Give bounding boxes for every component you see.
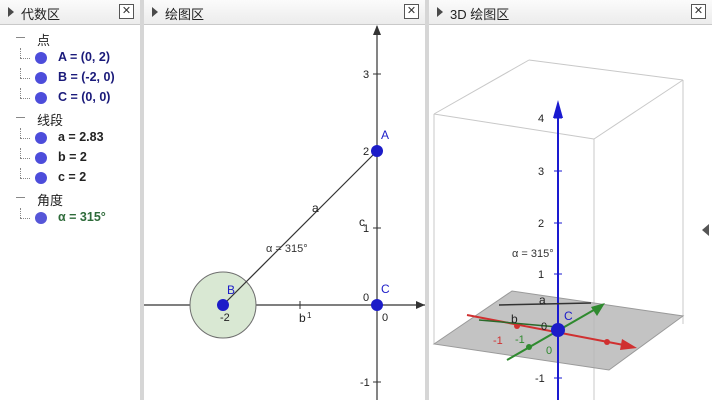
item-value[interactable]: B = (-2, 0)	[58, 70, 115, 84]
close-icon[interactable]: ✕	[119, 4, 134, 19]
z-tick-label: 4	[538, 113, 544, 125]
graphics3d-header: 3D 绘图区 ✕	[429, 0, 712, 25]
origin-0-label: 0	[546, 345, 552, 357]
visibility-dot-icon[interactable]	[35, 52, 47, 64]
z-tick-label: -1	[535, 373, 545, 385]
segment-label-a-3d: a	[539, 293, 546, 307]
item-value[interactable]: α = 315°	[58, 210, 106, 224]
y-neg1-label: -1	[515, 334, 525, 346]
collapse-triangle-icon[interactable]	[152, 7, 158, 17]
x-neg1-label: -1	[493, 335, 503, 347]
graphics3d-canvas[interactable]: 4 3 2 1 -1 α = 315° a b 0 -1 -1 0 C	[429, 24, 712, 400]
z-tick-label: 2	[538, 218, 544, 230]
visibility-dot-icon[interactable]	[35, 212, 47, 224]
graphics-header: 绘图区 ✕	[144, 0, 425, 25]
visibility-dot-icon[interactable]	[35, 92, 47, 104]
segment-label-a: a	[312, 201, 319, 215]
y-axis-arrow-icon	[373, 25, 381, 35]
close-icon[interactable]: ✕	[691, 4, 706, 19]
angle-label: α = 315°	[266, 243, 308, 255]
visibility-dot-icon[interactable]	[35, 132, 47, 144]
visibility-dot-icon[interactable]	[35, 72, 47, 84]
visibility-dot-icon[interactable]	[35, 152, 47, 164]
group-angles[interactable]: 角度	[0, 188, 140, 208]
x-tick-label: -2	[220, 312, 230, 324]
group-toggle-icon[interactable]	[16, 117, 25, 118]
graphics-canvas[interactable]: 3 2 1 0 -1 -2 0 a b 1 c α = 315° A B C	[144, 24, 425, 400]
graphics3d-view: 3D 绘图区 ✕ 4 3 2 1 -1 α = 315° a b 0 -1 -1…	[429, 0, 712, 400]
segment-label-c: c	[359, 215, 365, 229]
collapse-triangle-icon[interactable]	[437, 7, 443, 17]
item-value[interactable]: A = (0, 2)	[58, 50, 110, 64]
group-label: 线段	[37, 113, 64, 128]
item-value[interactable]: a = 2.83	[58, 130, 104, 144]
list-item[interactable]: C = (0, 0)	[0, 88, 140, 108]
y-tick-label: 3	[363, 69, 369, 81]
graphics3d-title: 3D 绘图区	[450, 7, 510, 22]
point-C[interactable]	[371, 299, 383, 311]
item-value[interactable]: c = 2	[58, 170, 86, 184]
z-axis-arrow-icon	[553, 100, 563, 118]
graphics-title: 绘图区	[165, 7, 205, 22]
point-label-B: B	[227, 283, 235, 297]
algebra-header: 代数区 ✕	[0, 0, 140, 25]
group-label: 角度	[37, 193, 64, 208]
point-A[interactable]	[371, 145, 383, 157]
z-tick-label: 3	[538, 166, 544, 178]
side-panel-arrow-icon[interactable]	[702, 224, 709, 236]
list-item[interactable]: α = 315°	[0, 208, 140, 228]
collapse-triangle-icon[interactable]	[8, 7, 14, 17]
group-segments[interactable]: 线段	[0, 108, 140, 128]
list-item[interactable]: a = 2.83	[0, 128, 140, 148]
visibility-dot-icon[interactable]	[35, 172, 47, 184]
group-toggle-icon[interactable]	[16, 37, 25, 38]
item-value[interactable]: b = 2	[58, 150, 87, 164]
point-C-3d[interactable]	[551, 323, 565, 337]
close-icon[interactable]: ✕	[404, 4, 419, 19]
list-item[interactable]: c = 2	[0, 168, 140, 188]
graphics-view: 绘图区 ✕ 3 2 1 0 -1 -2 0 a b 1 c α = 315° A…	[144, 0, 425, 400]
point-label-C-3d: C	[564, 309, 573, 323]
group-points[interactable]: 点	[0, 28, 140, 48]
point-label-C: C	[381, 282, 390, 296]
y-tick-point	[526, 344, 532, 350]
group-label: 点	[37, 33, 51, 48]
group-toggle-icon[interactable]	[16, 197, 25, 198]
segment-label-b: b	[299, 311, 306, 325]
point-B[interactable]	[217, 299, 229, 311]
list-item[interactable]: b = 2	[0, 148, 140, 168]
algebra-list: 点 A = (0, 2) B = (-2, 0) C = (0, 0) 线段 a…	[0, 25, 140, 400]
item-value[interactable]: C = (0, 0)	[58, 90, 110, 104]
segment-label-b-tick: 1	[307, 311, 312, 320]
x-axis-arrow-icon	[416, 301, 425, 309]
list-item[interactable]: B = (-2, 0)	[0, 68, 140, 88]
y-tick-label: -1	[360, 377, 370, 389]
segment-a[interactable]	[222, 150, 378, 306]
algebra-title: 代数区	[21, 7, 61, 22]
segment-label-b-3d: b	[511, 312, 518, 326]
algebra-view: 代数区 ✕ 点 A = (0, 2) B = (-2, 0) C = (0, 0…	[0, 0, 140, 400]
angle-label-3d: α = 315°	[512, 248, 554, 260]
y-tick-label: 2	[363, 146, 369, 158]
y-tick-label: 0	[363, 292, 369, 304]
x-tick-label: 0	[382, 312, 388, 324]
list-item[interactable]: A = (0, 2)	[0, 48, 140, 68]
z-tick-label: 1	[538, 269, 544, 281]
origin-zero-label: 0	[541, 321, 547, 333]
x-tick-point	[604, 339, 610, 345]
point-label-A: A	[381, 128, 389, 142]
